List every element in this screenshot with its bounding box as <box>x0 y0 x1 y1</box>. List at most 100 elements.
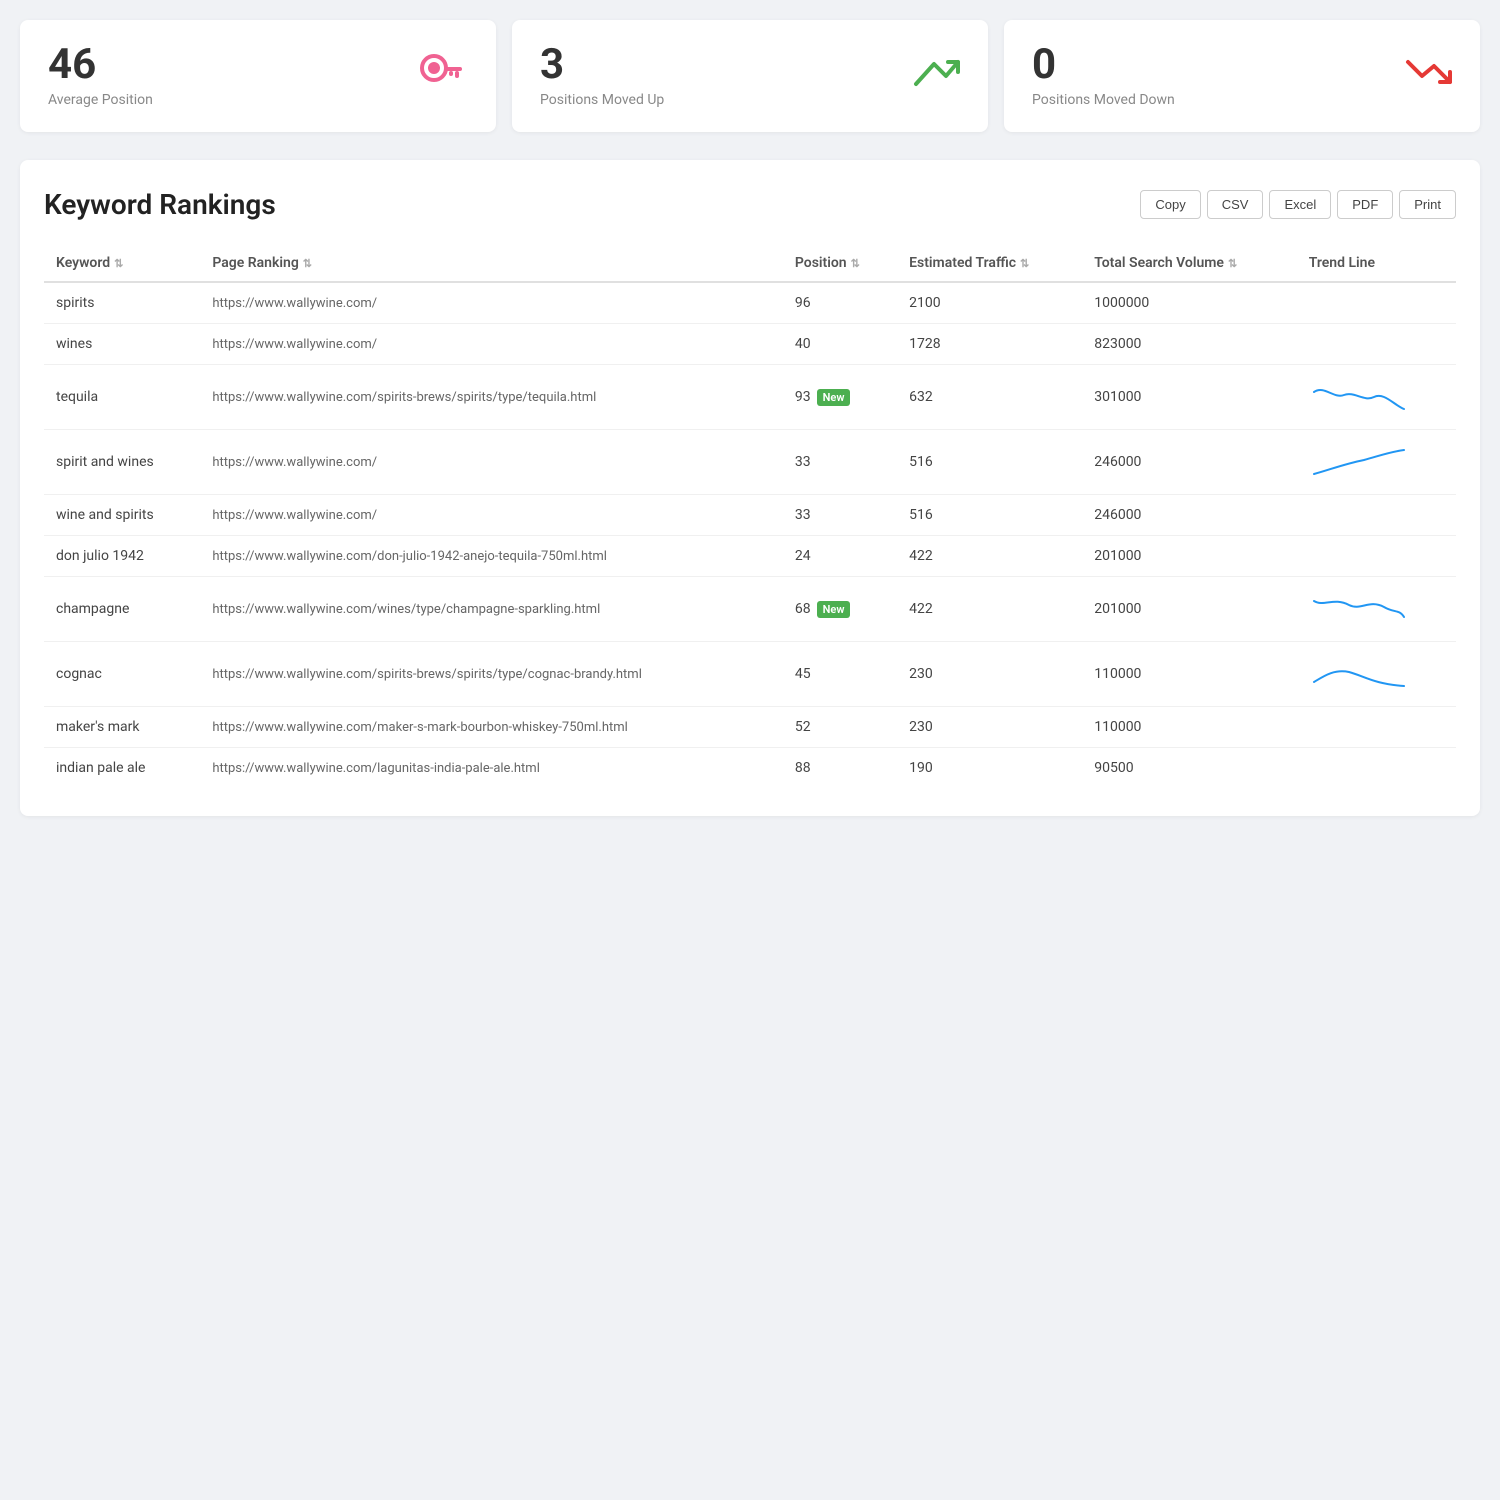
position-cell: 68New <box>783 577 897 642</box>
export-pdf-button[interactable]: PDF <box>1337 190 1393 219</box>
page-ranking-cell: https://www.wallywine.com/ <box>200 324 783 365</box>
keyword-cell: wine and spirits <box>44 495 200 536</box>
table-row: tequilahttps://www.wallywine.com/spirits… <box>44 365 1456 430</box>
trend-cell <box>1297 430 1456 495</box>
sort-icon: ⇅ <box>851 257 860 270</box>
position-cell: 93New <box>783 365 897 430</box>
table-row: spiritshttps://www.wallywine.com/9621001… <box>44 282 1456 324</box>
search-volume-cell: 246000 <box>1082 495 1296 536</box>
table-row: spirit and wineshttps://www.wallywine.co… <box>44 430 1456 495</box>
page-ranking-cell: https://www.wallywine.com/ <box>200 495 783 536</box>
page-ranking-cell: https://www.wallywine.com/spirits-brews/… <box>200 642 783 707</box>
export-csv-button[interactable]: CSV <box>1207 190 1264 219</box>
keyword-cell: maker's mark <box>44 707 200 748</box>
stat-text-positions-down: 0 Positions Moved Down <box>1032 44 1175 108</box>
trend-line-svg <box>1309 442 1409 482</box>
search-volume-cell: 823000 <box>1082 324 1296 365</box>
trend-cell <box>1297 748 1456 789</box>
search-volume-cell: 90500 <box>1082 748 1296 789</box>
stat-card-positions-up: 3 Positions Moved Up <box>512 20 988 132</box>
position-cell: 33 <box>783 495 897 536</box>
stat-card-avg-position: 46 Average Position <box>20 20 496 132</box>
search-volume-cell: 301000 <box>1082 365 1296 430</box>
keyword-cell: tequila <box>44 365 200 430</box>
table-row: indian pale alehttps://www.wallywine.com… <box>44 748 1456 789</box>
col-header-trend_line: Trend Line <box>1297 245 1456 282</box>
page-title: Keyword Rankings <box>44 188 276 221</box>
new-badge: New <box>817 389 851 406</box>
position-cell: 96 <box>783 282 897 324</box>
trend-line-svg <box>1309 589 1409 629</box>
search-volume-cell: 110000 <box>1082 642 1296 707</box>
table-row: maker's markhttps://www.wallywine.com/ma… <box>44 707 1456 748</box>
main-section: Keyword Rankings CopyCSVExcelPDFPrint Ke… <box>20 160 1480 816</box>
table-body: spiritshttps://www.wallywine.com/9621001… <box>44 282 1456 788</box>
trend-line-svg <box>1309 654 1409 694</box>
col-header-page_ranking[interactable]: Page Ranking⇅ <box>200 245 783 282</box>
trend-cell <box>1297 324 1456 365</box>
page-ranking-cell: https://www.wallywine.com/ <box>200 282 783 324</box>
table-row: wine and spiritshttps://www.wallywine.co… <box>44 495 1456 536</box>
stat-text-positions-up: 3 Positions Moved Up <box>540 44 664 108</box>
export-copy-button[interactable]: Copy <box>1140 190 1200 219</box>
position-cell: 33 <box>783 430 897 495</box>
position-cell: 45 <box>783 642 897 707</box>
position-cell: 40 <box>783 324 897 365</box>
estimated-traffic-cell: 190 <box>897 748 1082 789</box>
new-badge: New <box>817 601 851 618</box>
col-header-total_search_volume[interactable]: Total Search Volume⇅ <box>1082 245 1296 282</box>
page-ranking-cell: https://www.wallywine.com/lagunitas-indi… <box>200 748 783 789</box>
stat-label-positions-up: Positions Moved Up <box>540 92 664 108</box>
table-row: cognachttps://www.wallywine.com/spirits-… <box>44 642 1456 707</box>
sort-icon: ⇅ <box>1020 257 1029 270</box>
keyword-cell: champagne <box>44 577 200 642</box>
page-ranking-cell: https://www.wallywine.com/spirits-brews/… <box>200 365 783 430</box>
table-row: don julio 1942https://www.wallywine.com/… <box>44 536 1456 577</box>
trend-cell <box>1297 577 1456 642</box>
trend-cell <box>1297 365 1456 430</box>
stat-label-avg-position: Average Position <box>48 92 153 108</box>
sort-icon: ⇅ <box>1228 257 1237 270</box>
estimated-traffic-cell: 230 <box>897 707 1082 748</box>
search-volume-cell: 110000 <box>1082 707 1296 748</box>
stat-cards: 46 Average Position 3 Positions Moved Up… <box>20 20 1480 132</box>
table-head: Keyword⇅Page Ranking⇅Position⇅Estimated … <box>44 245 1456 282</box>
stat-number-positions-down: 0 <box>1032 44 1175 86</box>
trend-line-svg <box>1309 377 1409 417</box>
export-buttons: CopyCSVExcelPDFPrint <box>1140 190 1456 219</box>
arrow-down-icon <box>1404 53 1452 100</box>
stat-card-positions-down: 0 Positions Moved Down <box>1004 20 1480 132</box>
search-volume-cell: 246000 <box>1082 430 1296 495</box>
position-cell: 24 <box>783 536 897 577</box>
keyword-cell: cognac <box>44 642 200 707</box>
col-header-position[interactable]: Position⇅ <box>783 245 897 282</box>
stat-text-avg-position: 46 Average Position <box>48 44 153 108</box>
stat-label-positions-down: Positions Moved Down <box>1032 92 1175 108</box>
position-cell: 52 <box>783 707 897 748</box>
keyword-cell: wines <box>44 324 200 365</box>
estimated-traffic-cell: 1728 <box>897 324 1082 365</box>
estimated-traffic-cell: 632 <box>897 365 1082 430</box>
estimated-traffic-cell: 422 <box>897 577 1082 642</box>
keywords-table: Keyword⇅Page Ranking⇅Position⇅Estimated … <box>44 245 1456 788</box>
export-excel-button[interactable]: Excel <box>1269 190 1331 219</box>
export-print-button[interactable]: Print <box>1399 190 1456 219</box>
stat-number-avg-position: 46 <box>48 44 153 86</box>
trend-cell <box>1297 495 1456 536</box>
estimated-traffic-cell: 230 <box>897 642 1082 707</box>
keyword-cell: spirit and wines <box>44 430 200 495</box>
estimated-traffic-cell: 422 <box>897 536 1082 577</box>
page-ranking-cell: https://www.wallywine.com/don-julio-1942… <box>200 536 783 577</box>
col-header-keyword[interactable]: Keyword⇅ <box>44 245 200 282</box>
search-volume-cell: 201000 <box>1082 536 1296 577</box>
estimated-traffic-cell: 516 <box>897 495 1082 536</box>
table-wrapper: Keyword⇅Page Ranking⇅Position⇅Estimated … <box>44 245 1456 788</box>
page-ranking-cell: https://www.wallywine.com/wines/type/cha… <box>200 577 783 642</box>
col-header-estimated_traffic[interactable]: Estimated Traffic⇅ <box>897 245 1082 282</box>
sort-icon: ⇅ <box>303 257 312 270</box>
section-header: Keyword Rankings CopyCSVExcelPDFPrint <box>44 188 1456 221</box>
sort-icon: ⇅ <box>114 257 123 270</box>
position-cell: 88 <box>783 748 897 789</box>
trend-cell <box>1297 536 1456 577</box>
trend-cell <box>1297 707 1456 748</box>
